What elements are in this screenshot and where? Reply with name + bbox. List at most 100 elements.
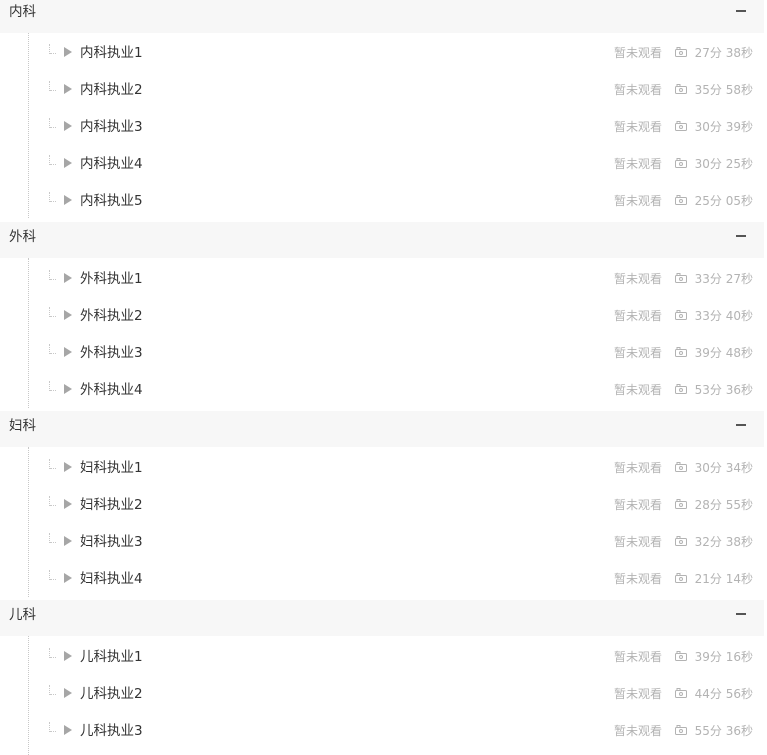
tree-branch-tick [50,353,56,354]
camera-icon [675,725,687,735]
lesson-row[interactable]: 妇科执业4 暂未观看 21分 14秒 [0,562,764,599]
lesson-row[interactable]: 内科执业4 暂未观看 30分 25秒 [0,147,764,184]
lesson-title[interactable]: 外科执业2 [80,299,143,333]
camera-icon [675,573,687,583]
watch-status: 暂未观看 [613,383,662,397]
lesson-title[interactable]: 外科执业3 [80,336,143,370]
play-icon[interactable] [64,121,72,131]
section-title: 儿科 [9,607,36,623]
lesson-title[interactable]: 妇科执业1 [80,451,143,485]
lesson-title[interactable]: 妇科执业2 [80,488,143,522]
play-icon[interactable] [64,462,72,472]
section-header-erke[interactable]: 儿科 [0,600,764,636]
lesson-duration: 33分 27秒 [694,272,753,286]
watch-status: 暂未观看 [613,346,662,360]
lesson-row[interactable]: 外科执业2 暂未观看 33分 40秒 [0,299,764,336]
camera-icon [675,347,687,357]
lesson-row[interactable]: 儿科执业1 暂未观看 39分 16秒 [0,640,764,677]
lesson-row[interactable]: 妇科执业2 暂未观看 28分 55秒 [0,488,764,525]
watch-status: 暂未观看 [613,461,662,475]
watch-status: 暂未观看 [613,46,662,60]
lesson-title[interactable]: 内科执业2 [80,73,143,107]
lesson-title[interactable]: 妇科执业4 [80,562,143,596]
play-icon[interactable] [64,384,72,394]
watch-status: 暂未观看 [613,157,662,171]
play-icon[interactable] [64,47,72,57]
lesson-title[interactable]: 内科执业5 [80,184,143,218]
play-icon[interactable] [64,310,72,320]
lesson-title[interactable]: 内科执业1 [80,36,143,70]
lesson-duration: 44分 56秒 [694,687,753,701]
play-icon[interactable] [64,688,72,698]
lesson-title[interactable]: 儿科执业1 [80,640,143,674]
lesson-title[interactable]: 儿科执业3 [80,714,143,748]
camera-icon [675,158,687,168]
camera-icon [675,310,687,320]
play-icon[interactable] [64,499,72,509]
lesson-duration: 39分 16秒 [694,650,753,664]
tree-branch-tick [50,579,56,580]
lesson-row[interactable]: 儿科执业2 暂未观看 44分 56秒 [0,677,764,714]
camera-icon [675,688,687,698]
lesson-row[interactable]: 内科执业5 暂未观看 25分 05秒 [0,184,764,221]
lesson-row[interactable]: 内科执业3 暂未观看 30分 39秒 [0,110,764,147]
camera-icon [675,651,687,661]
camera-icon [675,47,687,57]
lesson-title[interactable]: 内科执业4 [80,147,143,181]
watch-status: 暂未观看 [613,309,662,323]
lesson-duration: 25分 05秒 [694,194,753,208]
play-icon[interactable] [64,573,72,583]
minus-icon[interactable] [736,613,746,615]
lesson-duration: 28分 55秒 [694,498,753,512]
section-title: 妇科 [9,418,36,434]
camera-icon [675,84,687,94]
lesson-duration: 30分 39秒 [694,120,753,134]
lesson-duration: 53分 36秒 [694,383,753,397]
lesson-title[interactable]: 外科执业4 [80,373,143,407]
minus-icon[interactable] [736,235,746,237]
lesson-row[interactable]: 外科执业4 暂未观看 53分 36秒 [0,373,764,410]
section-header-waike[interactable]: 外科 [0,222,764,258]
camera-icon [675,384,687,394]
minus-icon[interactable] [736,424,746,426]
lesson-duration: 55分 36秒 [694,724,753,738]
tree-branch-tick [50,694,56,695]
section-header-neike[interactable]: 内科 [0,0,764,33]
lesson-title[interactable]: 儿科执业2 [80,677,143,711]
play-icon[interactable] [64,536,72,546]
lesson-title[interactable]: 内科执业3 [80,110,143,144]
lesson-row[interactable]: 妇科执业3 暂未观看 32分 38秒 [0,525,764,562]
play-icon[interactable] [64,84,72,94]
watch-status: 暂未观看 [613,724,662,738]
lesson-row[interactable]: 外科执业3 暂未观看 39分 48秒 [0,336,764,373]
tree-branch-tick [50,468,56,469]
tree-branch-tick [50,390,56,391]
tree-branch-tick [50,316,56,317]
watch-status: 暂未观看 [613,272,662,286]
lesson-row[interactable]: 妇科执业1 暂未观看 30分 34秒 [0,451,764,488]
lesson-row[interactable]: 内科执业2 暂未观看 35分 58秒 [0,73,764,110]
lesson-row[interactable]: 外科执业1 暂未观看 33分 27秒 [0,262,764,299]
play-icon[interactable] [64,158,72,168]
course-catalog: 内科 内科执业1 暂未观看 27分 38秒 内科执业2 暂未观看 35分 58秒… [0,0,767,755]
play-icon[interactable] [64,725,72,735]
lesson-row[interactable]: 儿科执业3 暂未观看 55分 36秒 [0,714,764,751]
play-icon[interactable] [64,195,72,205]
play-icon[interactable] [64,273,72,283]
play-icon[interactable] [64,651,72,661]
lesson-duration: 27分 38秒 [694,46,753,60]
lesson-title[interactable]: 妇科执业3 [80,525,143,559]
watch-status: 暂未观看 [613,687,662,701]
lesson-row[interactable]: 内科执业1 暂未观看 27分 38秒 [0,36,764,73]
section-header-fuke[interactable]: 妇科 [0,411,764,447]
lesson-title[interactable]: 外科执业1 [80,262,143,296]
tree-branch-tick [50,542,56,543]
lesson-duration: 33分 40秒 [694,309,753,323]
watch-status: 暂未观看 [613,535,662,549]
watch-status: 暂未观看 [613,650,662,664]
minus-icon[interactable] [736,10,746,12]
watch-status: 暂未观看 [613,120,662,134]
tree-branch-tick [50,657,56,658]
tree-branch-tick [50,505,56,506]
play-icon[interactable] [64,347,72,357]
